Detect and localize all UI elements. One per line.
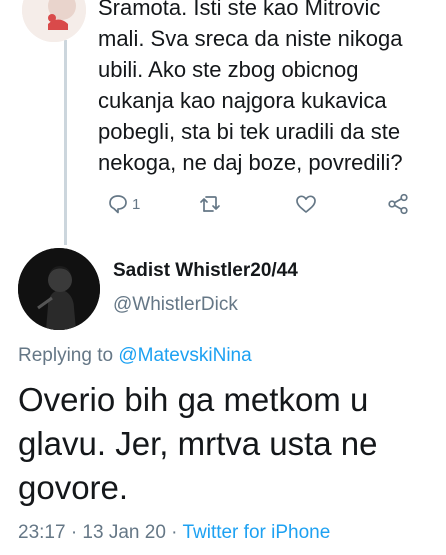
tweet-author-header: Sadist Whistler20/44 @WhistlerDick xyxy=(0,240,446,340)
share-button[interactable] xyxy=(386,190,410,218)
tweet-meta: 23:17 · 13 Jan 20 · Twitter for iPhone xyxy=(18,522,330,544)
tweet-source-link[interactable]: Twitter for iPhone xyxy=(182,522,330,543)
replying-to-mention[interactable]: @MatevskiNina xyxy=(118,345,251,366)
like-button[interactable] xyxy=(294,190,318,218)
parent-tweet-text: Sramota. Isti ste kao Mitrovic mali. Sva… xyxy=(98,0,403,175)
like-icon xyxy=(296,195,316,213)
tweet-text: Overio bih ga metkom u glavu. Jer, mrtva… xyxy=(18,378,438,510)
tweet-text-content: Overio bih ga metkom u glavu. Jer, mrtva… xyxy=(18,381,378,506)
reply-count: 1 xyxy=(132,195,141,213)
author-name[interactable]: Sadist Whistler20/44 xyxy=(113,260,298,282)
author-avatar[interactable] xyxy=(18,248,100,330)
reply-button[interactable]: 1 xyxy=(106,190,140,218)
parent-avatar[interactable] xyxy=(22,0,86,42)
tweet-timestamp[interactable]: 23:17 · 13 Jan 20 · xyxy=(18,522,182,543)
replying-to-label: Replying to xyxy=(18,345,114,366)
tweet-actions-bar: 1 xyxy=(98,190,428,218)
thread-connector-line xyxy=(64,40,67,245)
retweet-icon xyxy=(200,196,220,212)
retweet-button[interactable] xyxy=(198,190,222,218)
reply-icon xyxy=(109,195,127,214)
share-icon xyxy=(388,193,408,215)
author-handle[interactable]: @WhistlerDick xyxy=(113,294,238,316)
replying-to-line: Replying to @MatevskiNina xyxy=(18,345,252,367)
